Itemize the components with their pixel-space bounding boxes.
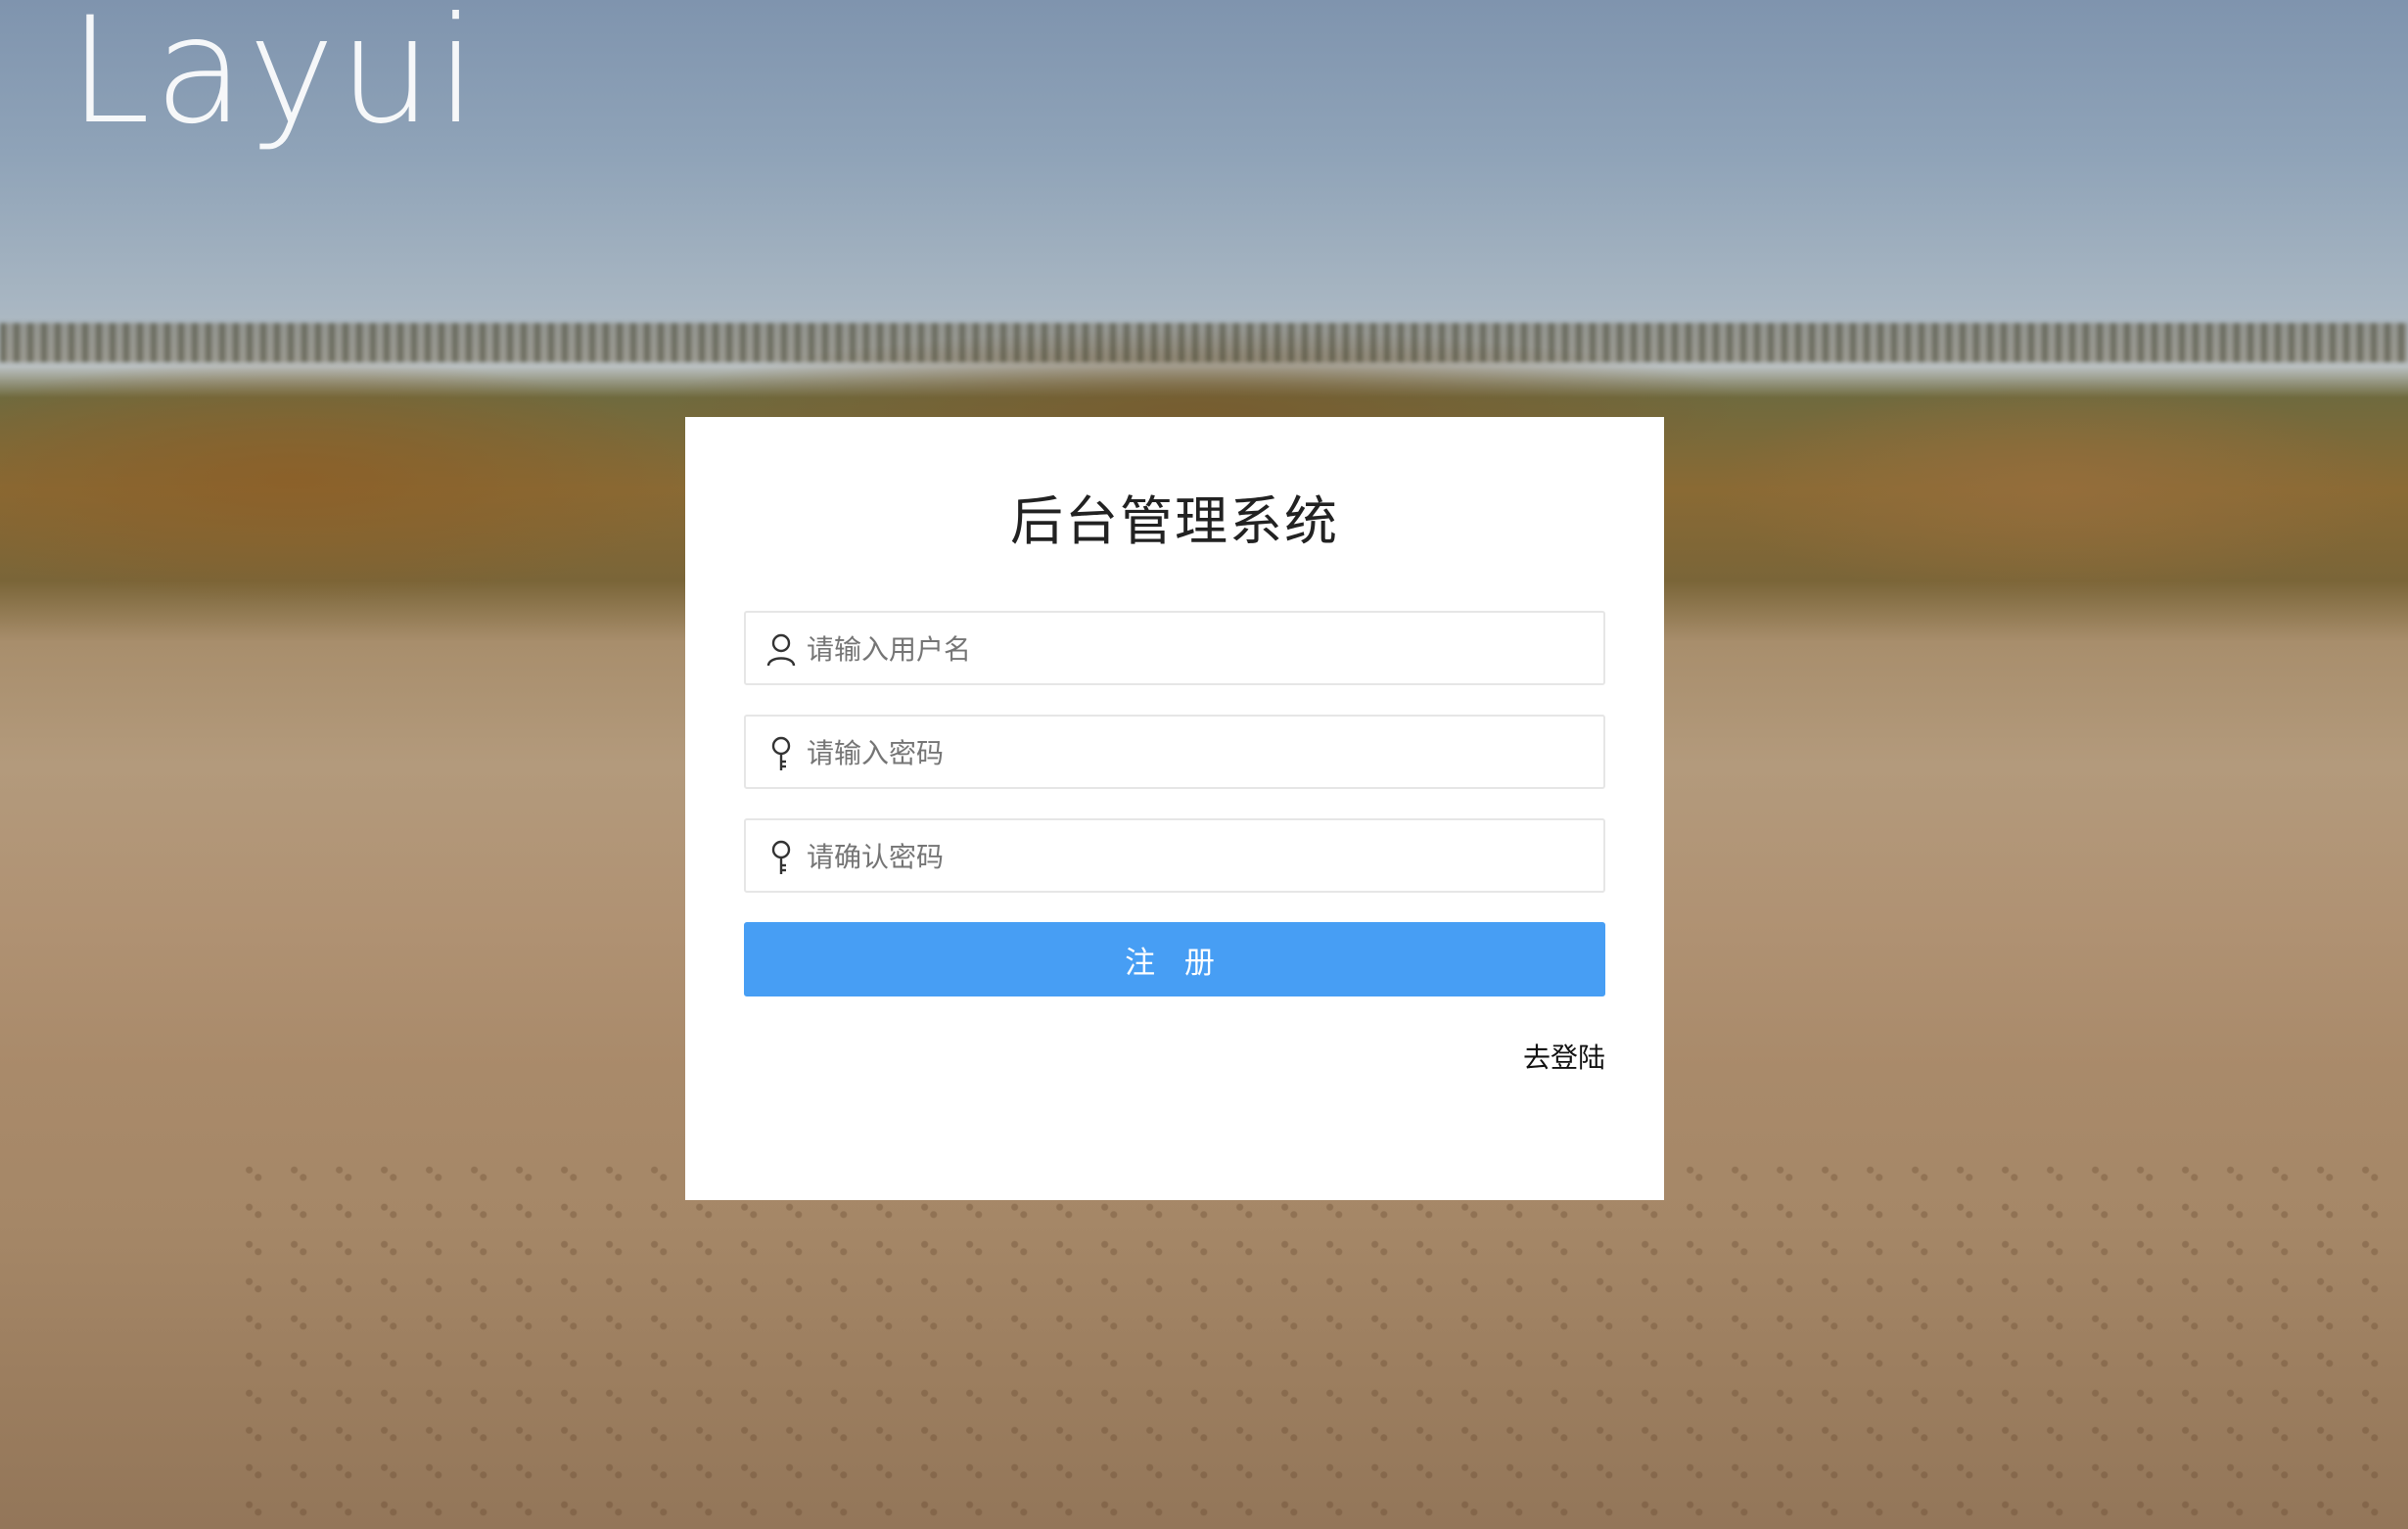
username-field[interactable] <box>744 611 1605 685</box>
key-icon <box>765 840 797 875</box>
background-treeline <box>0 323 2408 362</box>
go-login-link[interactable]: 去登陆 <box>1523 1037 1605 1076</box>
logo: Layui <box>69 0 482 157</box>
register-button[interactable]: 注 册 <box>744 922 1605 996</box>
key-icon <box>765 736 797 771</box>
password-field[interactable] <box>744 715 1605 789</box>
page-title: 后台管理系统 <box>1010 490 1339 552</box>
password-input[interactable] <box>805 717 1592 789</box>
username-input[interactable] <box>805 613 1592 685</box>
register-card: 后台管理系统 请输入用户名 注 册 去登陆 <box>685 417 1664 1200</box>
confirm-password-input[interactable] <box>805 820 1592 893</box>
background-flock <box>245 1155 2398 1527</box>
register-page: Layui 后台管理系统 请输入用户名 注 册 去登陆 <box>0 0 2408 1529</box>
user-icon <box>765 632 797 668</box>
confirm-password-field[interactable] <box>744 818 1605 893</box>
